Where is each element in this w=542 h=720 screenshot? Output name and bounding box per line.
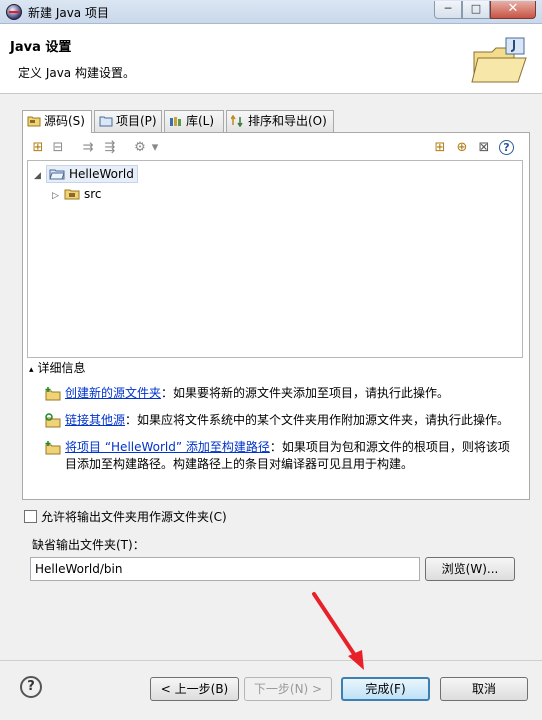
tab-projects[interactable]: 项目(P) [94,110,162,132]
finish-button[interactable]: 完成(F) [341,677,430,701]
browse-button[interactable]: 浏览(W)... [425,557,515,581]
create-source-folder-desc: ：如果要将新的源文件夹添加至项目，请执行此操作。 [161,386,450,400]
add-to-build-path-icon [45,441,61,455]
add-to-build-path-desc-cont: 目添加至构建路径。构建路径上的条目对编译器可见且用于构建。 [65,457,414,471]
title-bar: 新建 Java 项目 ─ □ ✕ [0,0,542,24]
new-source-folder-icon[interactable]: ⊞ [431,139,449,157]
link-source-icon[interactable]: ⊕ [453,139,471,157]
chevron-down-icon[interactable]: ▾ [149,139,161,157]
expanded-arrow-icon[interactable]: ◢ [34,167,46,185]
page-description: 定义 Java 构建设置。 [18,66,135,80]
details-link-source: 链接其他源：如果应将文件系统中的某个文件夹用作附加源文件夹，请执行此操作。 [45,412,521,432]
default-output-field[interactable]: HelleWorld/bin [30,557,420,581]
close-button[interactable]: ✕ [490,1,536,19]
order-export-icon [231,115,243,127]
details-add-to-build-path: 将项目 “HelleWorld” 添加至构建路径：如果项目为包和源文件的根项目，… [45,439,521,475]
source-toolbar: ⊞ ⊟ ⇉ ⇶ ⚙ ▾ ⊞ ⊕ ⊠ ? [27,137,523,159]
page-title: Java 设置 [10,40,72,55]
source-tree: ◢ HelleWorld ▷ src [27,160,523,358]
link-folder-icon[interactable]: ⊟ [49,139,67,157]
collapsed-arrow-icon[interactable]: ▷ [52,187,64,205]
library-icon [170,117,181,126]
source-folder-icon [27,116,41,127]
tab-projects-label: 项目(P) [116,114,157,128]
exclude-icon[interactable]: ⇶ [101,139,119,157]
back-button[interactable]: < 上一步(B) [150,677,239,701]
include-icon[interactable]: ⇉ [79,139,97,157]
next-button: 下一步(N) > [244,677,332,701]
details-title: 详细信息 [37,361,86,375]
default-output-label: 缺省输出文件夹(T)： [32,538,145,552]
collapse-arrow-icon: ▴ [29,365,34,375]
project-folder-icon [49,169,65,180]
cancel-button[interactable]: 取消 [440,677,528,701]
link-source-link[interactable]: 链接其他源 [65,413,125,427]
help-button-icon[interactable]: ? [20,676,42,698]
link-source-icon [45,413,61,428]
create-source-folder-link[interactable]: 创建新的源文件夹 [65,386,161,400]
source-package-icon [64,189,80,200]
tree-item-label: HelleWorld [69,167,134,181]
add-to-build-path-desc: ：如果项目为包和源文件的根项目，则将该项 [269,440,510,454]
help-icon[interactable]: ? [499,140,514,155]
java-folder-banner-icon [471,37,527,83]
tab-libraries[interactable]: 库(L) [164,110,224,132]
tree-item-project[interactable]: ◢ HelleWorld [34,165,138,183]
eclipse-icon [6,4,22,20]
add-folder-icon[interactable]: ⊞ [29,139,47,157]
footer-separator [0,660,542,661]
tab-order-export[interactable]: 排序和导出(O) [226,110,334,132]
annotation-arrow [312,592,364,670]
add-to-build-path-link[interactable]: 将项目 “HelleWorld” 添加至构建路径 [65,440,270,454]
window-title: 新建 Java 项目 [28,6,109,20]
project-icon [99,116,113,127]
remove-icon[interactable]: ⊠ [475,139,493,157]
details-section-toggle[interactable]: ▴ 详细信息 [29,359,86,376]
tab-source-label: 源码(S) [44,114,85,128]
link-source-desc: ：如果应将文件系统中的某个文件夹用作附加源文件夹，请执行此操作。 [125,413,510,427]
allow-output-folders-label: 允许将输出文件夹用作源文件夹(C) [41,510,227,524]
tab-order-export-label: 排序和导出(O) [248,114,327,128]
maximize-button[interactable]: □ [462,1,490,19]
tree-item-src[interactable]: ▷ src [52,185,102,203]
minimize-button[interactable]: ─ [434,1,462,19]
tab-source[interactable]: 源码(S) [22,110,92,133]
configure-icon[interactable]: ⚙ [131,139,149,157]
allow-output-folders-checkbox[interactable]: 允许将输出文件夹用作源文件夹(C) [24,508,227,525]
new-source-folder-icon [45,387,61,401]
details-create-source-folder: 创建新的源文件夹：如果要将新的源文件夹添加至项目，请执行此操作。 [45,385,521,405]
tree-item-label: src [84,187,102,201]
source-tab-panel: ⊞ ⊟ ⇉ ⇶ ⚙ ▾ ⊞ ⊕ ⊠ ? ◢ HelleWorld ▷ src ▴ 详… [22,132,530,500]
wizard-header: Java 设置 定义 Java 构建设置。 [0,24,542,94]
checkbox-box[interactable] [24,510,37,523]
tab-libraries-label: 库(L) [186,114,215,128]
